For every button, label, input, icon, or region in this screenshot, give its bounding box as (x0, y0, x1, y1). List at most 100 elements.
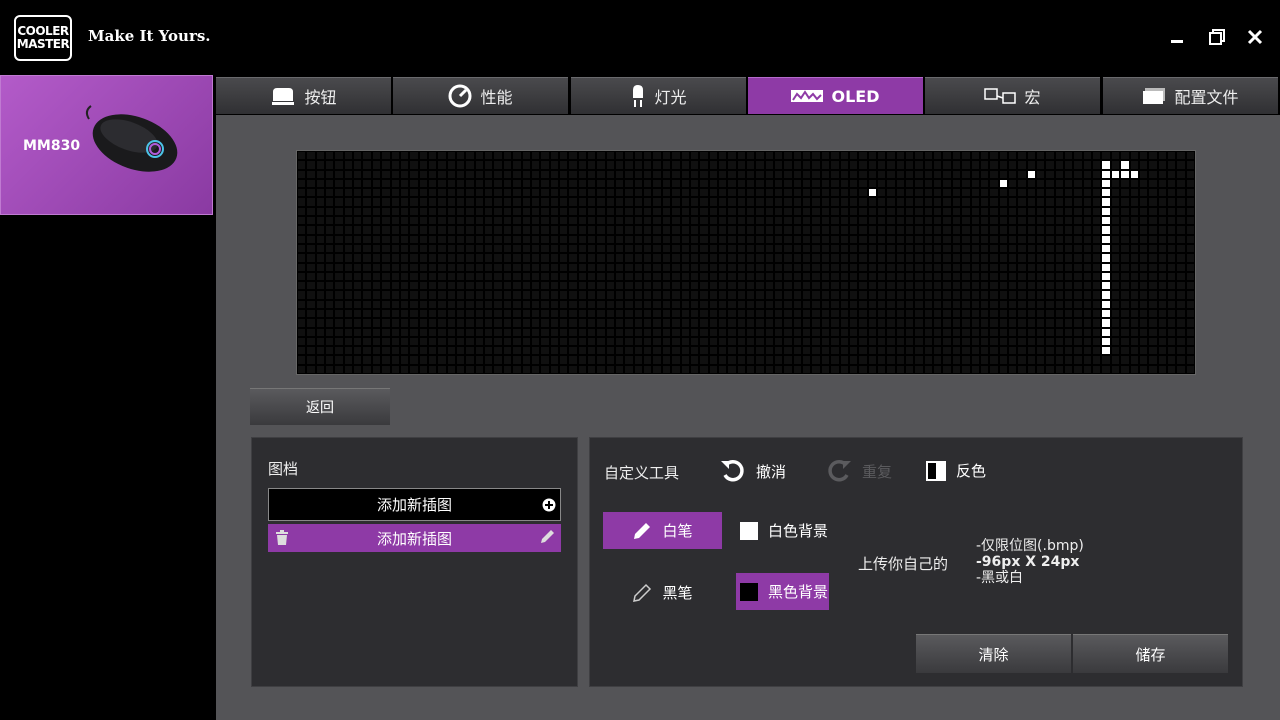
oled-pixel[interactable] (474, 336, 485, 347)
oled-pixel[interactable] (755, 206, 765, 217)
oled-pixel[interactable] (933, 253, 943, 263)
oled-pixel[interactable] (493, 253, 503, 263)
oled-pixel[interactable] (680, 206, 690, 217)
oled-pixel[interactable] (961, 197, 971, 207)
oled-pixel[interactable] (717, 225, 728, 235)
oled-pixel[interactable] (717, 262, 728, 272)
oled-pixel[interactable] (427, 197, 438, 207)
oled-pixel[interactable] (493, 151, 503, 161)
oled-pixel[interactable] (1073, 346, 1083, 356)
oled-pixel[interactable] (1082, 364, 1093, 374)
oled-pixel[interactable] (362, 234, 372, 244)
oled-pixel[interactable] (624, 216, 634, 226)
oled-pixel[interactable] (1148, 160, 1158, 170)
oled-pixel[interactable] (643, 197, 653, 207)
oled-pixel[interactable] (774, 169, 784, 179)
oled-pixel[interactable] (1017, 299, 1027, 309)
oled-pixel[interactable] (811, 151, 821, 161)
oled-pixel[interactable] (905, 225, 915, 235)
oled-pixel[interactable] (1064, 206, 1074, 217)
oled-pixel[interactable] (689, 160, 700, 170)
oled-pixel[interactable] (568, 225, 578, 235)
oled-pixel[interactable] (923, 216, 934, 226)
oled-pixel[interactable] (577, 169, 587, 179)
oled-pixel[interactable] (858, 160, 868, 170)
oled-pixel[interactable] (979, 169, 990, 179)
oled-pixel[interactable] (549, 327, 559, 337)
oled-pixel[interactable] (820, 234, 831, 244)
oled-pixel[interactable] (933, 169, 943, 179)
oled-pixel[interactable] (456, 178, 466, 189)
oled-pixel[interactable] (362, 151, 372, 161)
oled-pixel[interactable] (418, 299, 428, 309)
oled-pixel[interactable] (708, 290, 718, 300)
oled-pixel[interactable] (755, 346, 765, 356)
oled-pixel[interactable] (792, 253, 803, 263)
oled-pixel[interactable] (802, 281, 812, 291)
oled-pixel[interactable] (306, 234, 316, 244)
oled-pixel[interactable] (502, 346, 513, 356)
oled-pixel[interactable] (1185, 327, 1195, 337)
oled-pixel[interactable] (409, 281, 419, 291)
oled-pixel[interactable] (577, 271, 587, 282)
oled-pixel[interactable] (633, 197, 644, 207)
oled-pixel[interactable] (979, 346, 990, 356)
oled-pixel[interactable] (867, 271, 877, 282)
oled-pixel[interactable] (1082, 197, 1093, 207)
oled-pixel[interactable] (886, 318, 896, 328)
oled-pixel[interactable] (502, 151, 513, 161)
oled-pixel[interactable] (1054, 188, 1065, 198)
oled-pixel[interactable] (493, 160, 503, 170)
oled-pixel[interactable] (774, 262, 784, 272)
oled-pixel[interactable] (942, 188, 952, 198)
oled-pixel[interactable] (1166, 355, 1177, 365)
oled-pixel[interactable] (596, 281, 606, 291)
oled-pixel[interactable] (989, 271, 999, 282)
oled-pixel[interactable] (1157, 318, 1167, 328)
oled-pixel[interactable] (1120, 336, 1130, 347)
oled-pixel[interactable] (783, 225, 793, 235)
oled-pixel[interactable] (998, 151, 1008, 161)
oled-pixel[interactable] (586, 151, 597, 161)
oled-pixel[interactable] (1110, 160, 1121, 170)
oled-pixel[interactable] (633, 271, 644, 282)
oled-pixel[interactable] (418, 355, 428, 365)
oled-pixel[interactable] (315, 253, 326, 263)
upload-label[interactable]: 上传你自己的 (858, 553, 948, 574)
oled-pixel[interactable] (961, 216, 971, 226)
oled-pixel[interactable] (661, 169, 672, 179)
oled-pixel[interactable] (605, 336, 616, 347)
oled-pixel[interactable] (399, 225, 410, 235)
oled-pixel[interactable] (540, 271, 550, 282)
oled-pixel[interactable] (783, 364, 793, 374)
oled-pixel[interactable] (783, 169, 793, 179)
oled-pixel[interactable] (1045, 188, 1055, 198)
oled-pixel[interactable] (951, 253, 962, 263)
oled-pixel[interactable] (1110, 336, 1121, 347)
oled-pixel[interactable] (1138, 299, 1149, 309)
oled-pixel[interactable] (727, 281, 737, 291)
oled-pixel[interactable] (1138, 346, 1149, 356)
oled-pixel[interactable] (1017, 151, 1027, 161)
oled-pixel[interactable] (558, 299, 569, 309)
oled-pixel[interactable] (484, 336, 494, 347)
oled-pixel[interactable] (381, 308, 391, 319)
oled-pixel[interactable] (1007, 318, 1018, 328)
oled-pixel[interactable] (1185, 160, 1195, 170)
oled-pixel[interactable] (1176, 253, 1186, 263)
oled-pixel[interactable] (325, 336, 335, 347)
oled-pixel[interactable] (427, 169, 438, 179)
oled-pixel[interactable] (961, 271, 971, 282)
oled-pixel[interactable] (633, 364, 644, 374)
close-button[interactable] (1242, 24, 1268, 50)
oled-pixel[interactable] (1035, 206, 1046, 217)
oled-pixel[interactable] (577, 216, 587, 226)
oled-pixel[interactable] (1176, 160, 1186, 170)
oled-pixel[interactable] (474, 308, 485, 319)
oled-pixel[interactable] (923, 308, 934, 319)
oled-pixel[interactable] (1185, 308, 1195, 319)
oled-pixel[interactable] (1101, 262, 1111, 272)
oled-pixel[interactable] (409, 178, 419, 189)
oled-pixel[interactable] (558, 281, 569, 291)
oled-pixel[interactable] (905, 169, 915, 179)
